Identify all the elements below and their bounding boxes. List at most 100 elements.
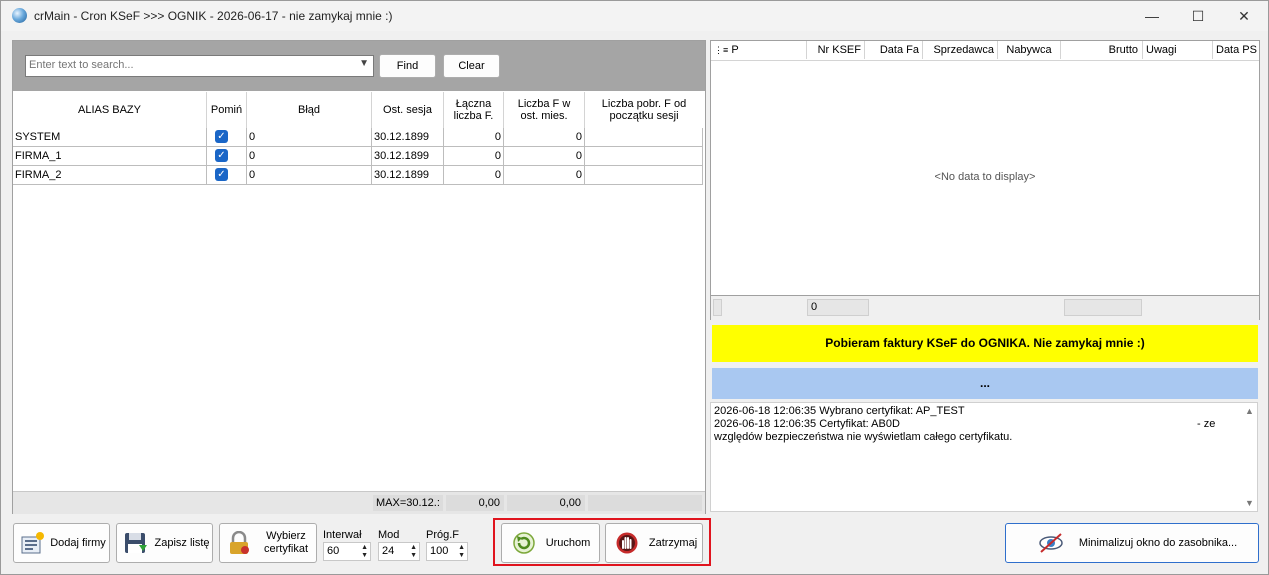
column-nr-ksef[interactable]: Nr KSEF	[807, 41, 865, 59]
column-data-ps[interactable]: Data PS	[1213, 41, 1259, 59]
save-icon	[125, 533, 147, 553]
cell-liczba-mies: 0	[504, 166, 585, 184]
column-nabywca[interactable]: Nabywca	[998, 41, 1061, 59]
cell-alias: SYSTEM	[13, 128, 207, 146]
search-panel: ▼ Find Clear	[13, 41, 705, 91]
cell-blad: 0	[247, 147, 372, 165]
invoices-grid-header: ⋮≡ P Nr KSEF Data Fa Sprzedawca Nabywca …	[711, 41, 1259, 61]
spinner-arrows-icon[interactable]: ▲ ▼	[458, 544, 465, 560]
table-row[interactable]: FIRMA_2 ✓ 0 30.12.1899 0 0	[13, 166, 703, 185]
stop-label: Zatrzymaj	[648, 536, 698, 549]
databases-grid-footer: MAX=30.12.: 0,00 0,00	[13, 491, 705, 514]
minimize-to-tray-button[interactable]: Minimalizuj okno do zasobnika...	[1005, 523, 1259, 563]
column-liczba-mies[interactable]: Liczba F w ost. mies.	[504, 92, 585, 128]
interval-value: 60	[327, 545, 340, 557]
scroll-up-arrow-icon[interactable]: ▲	[1245, 406, 1254, 416]
cell-blad: 0	[247, 128, 372, 146]
column-sprzedawca[interactable]: Sprzedawca	[923, 41, 998, 59]
main-window: crMain - Cron KSeF >>> OGNIK - 2026-06-1…	[0, 0, 1269, 575]
minimize-button[interactable]: —	[1129, 1, 1175, 31]
cell-liczba-pobr	[585, 128, 703, 146]
prog-value: 100	[430, 545, 449, 557]
minimize-to-tray-label: Minimalizuj okno do zasobnika...	[1078, 536, 1238, 549]
no-data-message: <No data to display>	[934, 171, 1036, 183]
column-laczna-liczba[interactable]: Łączna liczba F.	[444, 92, 504, 128]
refresh-icon	[513, 532, 535, 554]
chevron-down-icon[interactable]: ▼	[359, 58, 369, 69]
spinner-arrows-icon[interactable]: ▲ ▼	[361, 544, 368, 560]
mod-label: Mod	[378, 529, 400, 541]
column-liczba-pobr[interactable]: Liczba pobr. F od początku sesji	[585, 92, 703, 128]
find-button[interactable]: Find	[379, 54, 436, 78]
column-uwagi[interactable]: Uwagi	[1143, 41, 1213, 59]
window-title: crMain - Cron KSeF >>> OGNIK - 2026-06-1…	[34, 9, 393, 23]
cell-liczba-pobr	[585, 147, 703, 165]
column-pomin[interactable]: Pomiń	[207, 92, 247, 128]
add-companies-label: Dodaj firmy	[50, 536, 106, 549]
title-bar: crMain - Cron KSeF >>> OGNIK - 2026-06-1…	[1, 1, 1268, 31]
search-combo[interactable]: ▼	[25, 55, 374, 77]
add-company-icon	[21, 532, 44, 554]
log-line: - ze	[1197, 418, 1216, 430]
cell-pomin: ✓	[207, 147, 247, 165]
lock-certificate-icon	[230, 531, 249, 554]
checkbox-pomin[interactable]: ✓	[215, 130, 228, 143]
mod-spinner[interactable]: 24 ▲ ▼	[378, 542, 420, 561]
log-memo[interactable]: 2026-06-18 12:06:35 Wybrano certyfikat: …	[710, 402, 1258, 512]
scroll-down-arrow-icon[interactable]: ▼	[1245, 498, 1254, 508]
column-chooser-icon[interactable]: ⋮≡	[714, 45, 728, 55]
spinner-arrows-icon[interactable]: ▲ ▼	[410, 544, 417, 560]
invoices-grid-footer: 0	[711, 295, 1259, 320]
table-row[interactable]: FIRMA_1 ✓ 0 30.12.1899 0 0	[13, 147, 703, 166]
close-button[interactable]: ✕	[1221, 1, 1267, 31]
cell-laczna: 0	[444, 128, 504, 146]
choose-certificate-button[interactable]: Wybierz certyfikat	[219, 523, 317, 563]
prog-spinner[interactable]: 100 ▲ ▼	[426, 542, 468, 561]
footer-sum-laczna: 0,00	[446, 495, 504, 511]
interval-label: Interwał	[323, 529, 362, 541]
clear-button[interactable]: Clear	[443, 54, 500, 78]
log-line: 2026-06-18 12:06:35 Certyfikat: AB0D	[714, 418, 900, 430]
interval-spinner[interactable]: 60 ▲ ▼	[323, 542, 371, 561]
choose-certificate-label: Wybierz certyfikat	[263, 530, 308, 555]
status-banner: Pobieram faktury KSeF do OGNIKA. Nie zam…	[712, 325, 1258, 362]
checkbox-pomin[interactable]: ✓	[215, 168, 228, 181]
prog-label: Próg.F	[426, 529, 460, 541]
table-row[interactable]: SYSTEM ✓ 0 30.12.1899 0 0	[13, 128, 703, 147]
cell-blad: 0	[247, 166, 372, 184]
column-alias[interactable]: ALIAS BAZY	[13, 92, 207, 128]
footer-count: 0	[807, 299, 869, 316]
search-input[interactable]	[26, 56, 352, 74]
column-p[interactable]: ⋮≡ P	[711, 41, 807, 59]
cell-ost-sesja: 30.12.1899	[372, 128, 444, 146]
hidden-eye-icon	[1039, 533, 1063, 553]
app-icon	[12, 8, 27, 23]
cell-liczba-mies: 0	[504, 147, 585, 165]
cell-ost-sesja: 30.12.1899	[372, 166, 444, 184]
cell-pomin: ✓	[207, 128, 247, 146]
column-ost-sesja[interactable]: Ost. sesja	[372, 92, 444, 128]
cell-ost-sesja: 30.12.1899	[372, 147, 444, 165]
footer-indicator	[713, 299, 722, 316]
stop-button[interactable]: Zatrzymaj	[605, 523, 703, 563]
maximize-button[interactable]: ☐	[1175, 1, 1221, 31]
save-list-button[interactable]: Zapisz listę	[116, 523, 213, 563]
cell-laczna: 0	[444, 147, 504, 165]
column-blad[interactable]: Błąd	[247, 92, 372, 128]
add-companies-button[interactable]: Dodaj firmy	[13, 523, 110, 563]
footer-max: MAX=30.12.:	[373, 495, 443, 511]
column-brutto[interactable]: Brutto	[1061, 41, 1143, 59]
column-data-fa[interactable]: Data Fa	[865, 41, 923, 59]
progress-banner: ...	[712, 368, 1258, 399]
checkbox-pomin[interactable]: ✓	[215, 149, 228, 162]
invoices-grid: ⋮≡ P Nr KSEF Data Fa Sprzedawca Nabywca …	[710, 40, 1260, 320]
log-line: 2026-06-18 12:06:35 Wybrano certyfikat: …	[714, 405, 965, 417]
cell-alias: FIRMA_2	[13, 166, 207, 184]
cell-pomin: ✓	[207, 166, 247, 184]
stop-hand-icon	[616, 532, 638, 554]
footer-empty	[588, 495, 702, 511]
column-p-label: P	[731, 44, 739, 56]
mod-value: 24	[382, 545, 395, 557]
log-line: względów bezpieczeństwa nie wyświetlam c…	[714, 431, 1013, 443]
run-button[interactable]: Uruchom	[501, 523, 600, 563]
